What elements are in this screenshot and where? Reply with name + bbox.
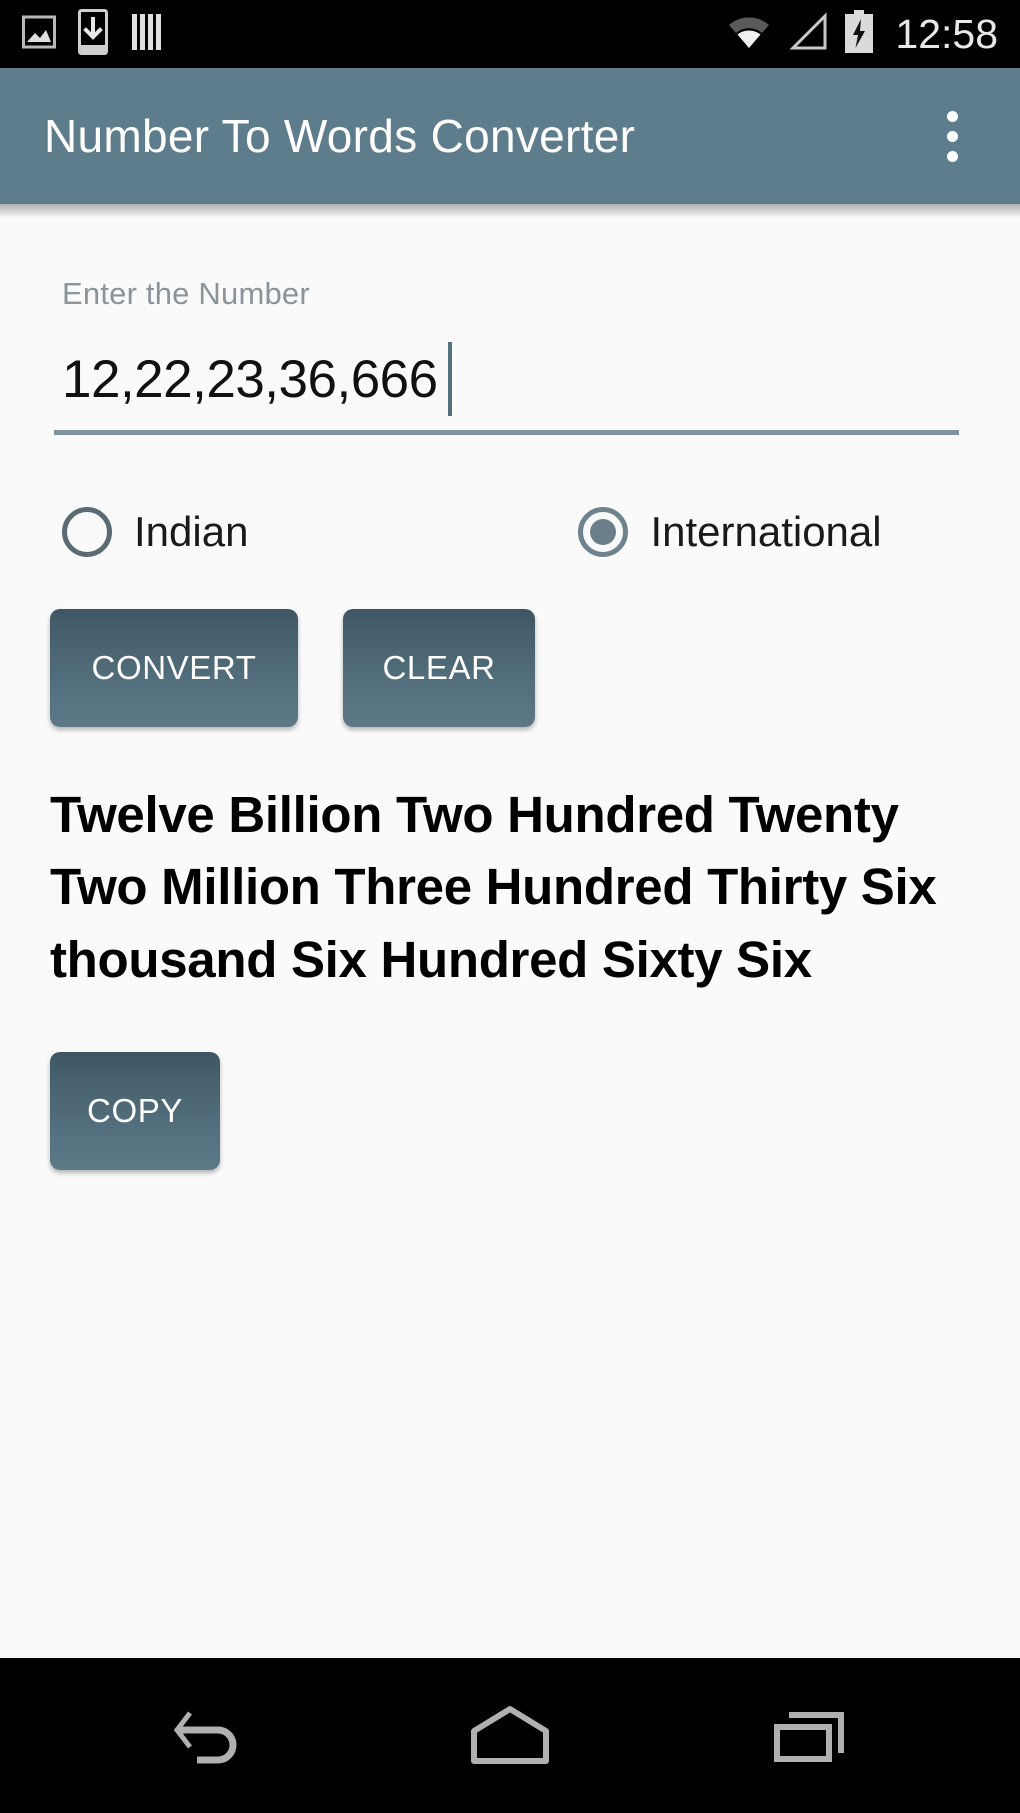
number-input-label: Enter the Number <box>62 276 310 311</box>
status-bar: 12:58 <box>0 0 1020 68</box>
action-button-row: CONVERT CLEAR <box>50 609 970 727</box>
main-content: Enter the Number Indian International CO… <box>0 204 1020 1658</box>
radio-circle-selected-icon <box>578 507 629 557</box>
result-text: Twelve Billion Two Hundred Twenty Two Mi… <box>50 786 937 988</box>
overflow-dot <box>946 130 958 142</box>
wifi-icon <box>725 12 773 57</box>
number-input[interactable] <box>62 348 970 410</box>
recent-apps-icon[interactable] <box>735 1681 885 1791</box>
overflow-menu-icon[interactable] <box>916 86 988 186</box>
app-title: Number To Words Converter <box>44 110 636 162</box>
vertical-bars-icon <box>130 11 166 58</box>
download-icon <box>78 8 108 60</box>
overflow-dot <box>946 150 958 162</box>
navigation-bar <box>0 1658 1020 1813</box>
text-cursor <box>448 342 452 416</box>
android-screen: 12:58 Number To Words Converter Enter th… <box>0 0 1020 1813</box>
copy-button[interactable]: COPY <box>50 1052 220 1171</box>
home-icon[interactable] <box>435 1681 585 1791</box>
radio-option-international[interactable]: International <box>578 507 882 557</box>
radio-label-indian: Indian <box>134 508 249 555</box>
input-underline <box>54 430 959 435</box>
overflow-dot <box>946 110 958 122</box>
battery-charging-icon <box>843 9 875 59</box>
clear-button[interactable]: CLEAR <box>343 609 535 727</box>
status-bar-system-icons: 12:58 <box>725 9 998 59</box>
number-input-wrap <box>50 336 970 422</box>
signal-no-service-icon <box>787 11 829 57</box>
convert-button[interactable]: CONVERT <box>50 609 298 727</box>
image-icon <box>22 11 56 58</box>
radio-option-indian[interactable]: Indian <box>62 507 248 557</box>
radio-circle-icon <box>62 507 112 557</box>
app-bar: Number To Words Converter <box>0 68 1020 218</box>
copy-button-row: COPY <box>50 1052 970 1171</box>
status-bar-clock: 12:58 <box>895 10 998 57</box>
status-bar-notification-icons <box>22 8 166 60</box>
radio-label-international: International <box>650 508 882 555</box>
back-arrow-icon[interactable] <box>135 1681 285 1791</box>
numbering-system-radio-group: Indian International <box>50 507 970 557</box>
